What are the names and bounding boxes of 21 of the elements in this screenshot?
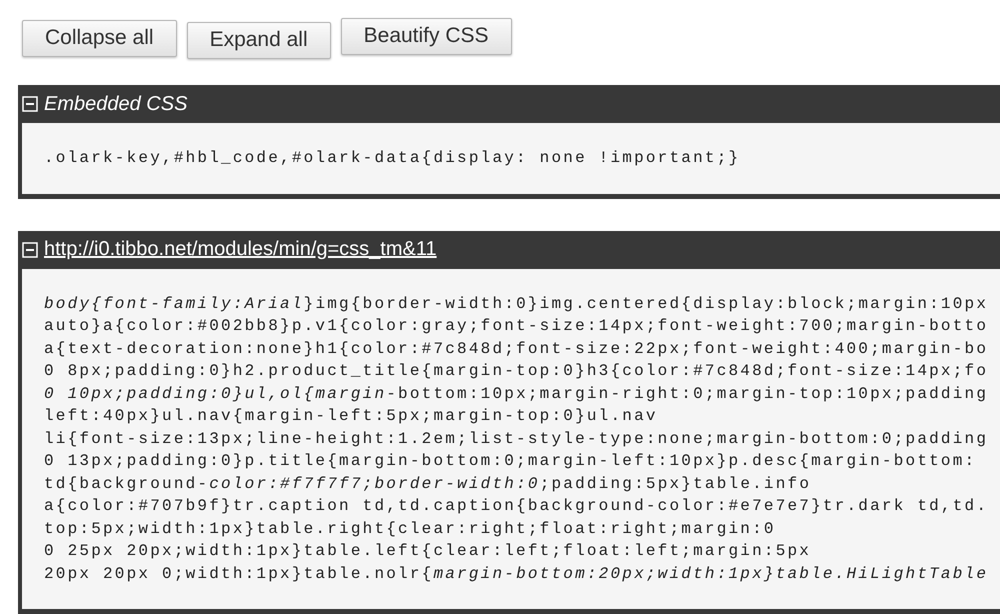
- toolbar-button[interactable]: Collapse all: [22, 20, 177, 57]
- code-line: body{font-family:Arial}img{border-width:0}img.centered{display:block;margin:10px: [44, 294, 988, 314]
- code-line: 20px 20px 0;width:1px}table.nolr{margin-bottom:20px;width:1px}table.HiLightTable: [44, 564, 988, 584]
- code-line: left:40px}ul.nav{margin-left:5px;margin-top:0}ul.nav: [44, 406, 658, 427]
- code-line: td{background-color:#f7f7f7;border-width:0;padding:5px}table.info: [44, 474, 812, 494]
- source-link[interactable]: http://i0.tibbo.net/modules/min/g=css_tm&11: [44, 238, 437, 261]
- code-line: 0 10px;padding:0}ul,ol{margin-bottom:10px;margin-right:0;margin-top:10px;padding: [44, 384, 988, 404]
- code-line: 0 13px;padding:0}p.title{margin-bottom:0;margin-left:10px}p.desc{margin-bottom:: [44, 451, 976, 472]
- code-line: auto}a{color:#002bb8}p.v1{color:gray;font-size:14px;font-weight:700;margin-botto: [44, 316, 988, 337]
- code-line: 0 25px 20px;width:1px}table.left{clear:left;float:left;margin:5px: [44, 541, 812, 562]
- code-line: 0 8px;padding:0}h2.product_title{margin-top:0}h3{color:#7c848d;font-size:14px;fo: [44, 361, 988, 382]
- toolbar-button[interactable]: Beautify CSS: [340, 18, 512, 55]
- panel-title: Embedded CSS: [44, 92, 188, 116]
- code-line: .olark-key,#hbl_code,#olark-data{display: none !important;}: [44, 148, 740, 169]
- code-line: a{color:#707b9f}tr.caption td,td.caption{background-color:#e7e7e7}tr.dark td,td.: [44, 496, 988, 517]
- toggle-icon[interactable]: [22, 96, 38, 112]
- toggle-icon[interactable]: [22, 242, 38, 258]
- code-line: top:5px;width:1px}table.right{clear:right;float:right;margin:0: [44, 518, 776, 540]
- code-line: li{font-size:13px;line-height:1.2em;list-style-type:none;margin-bottom:0;padding: [44, 428, 988, 450]
- code-line: a{text-decoration:none}h1{color:#7c848d;font-size:22px;font-weight:400;margin-bo: [44, 338, 988, 360]
- toolbar-button[interactable]: Expand all: [186, 22, 331, 59]
